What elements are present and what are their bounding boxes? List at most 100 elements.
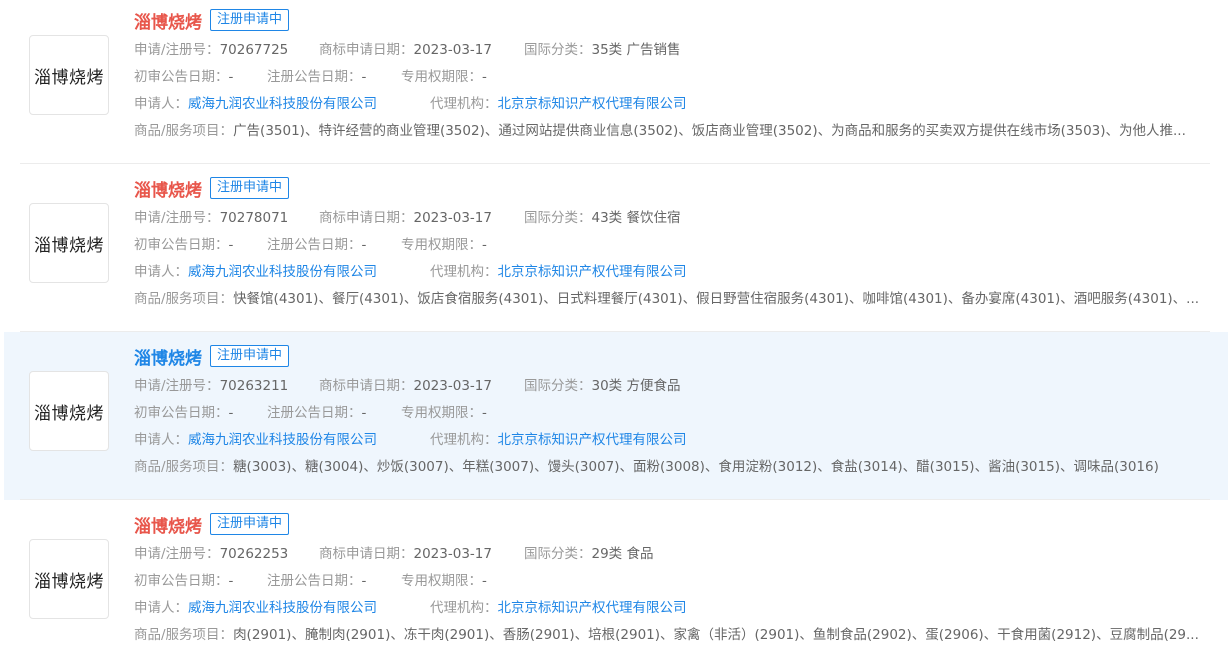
status-badge: 注册申请中	[210, 345, 290, 367]
info-row-3: 申请人：威海九润农业科技股份有限公司 代理机构：北京京标知识产权代理有限公司	[134, 94, 1204, 114]
intl-class-value: 30类 方便食品	[591, 378, 681, 394]
goods-label: 商品/服务项目：	[134, 123, 234, 139]
reg-pub-date-value: -	[361, 405, 367, 421]
exclusive-period-label: 专用权期限：	[401, 573, 482, 589]
info-row-1: 申请/注册号：70278071 商标申请日期：2023-03-17 国际分类：4…	[134, 208, 1204, 228]
info-row-3: 申请人：威海九润农业科技股份有限公司 代理机构：北京京标知识产权代理有限公司	[134, 262, 1204, 282]
prelim-pub-date-label: 初审公告日期：	[134, 405, 229, 421]
goods-label: 商品/服务项目：	[134, 291, 234, 307]
intl-class-value: 35类 广告销售	[591, 42, 681, 58]
goods-list: 广告(3501)、特许经营的商业管理(3502)、通过网站提供商业信息(3502…	[233, 123, 1186, 139]
info-row-2: 初审公告日期：- 注册公告日期：- 专用权期限：-	[134, 67, 1204, 87]
exclusive-period-label: 专用权期限：	[401, 237, 482, 253]
info-row-2: 初审公告日期：- 注册公告日期：- 专用权期限：-	[134, 403, 1204, 423]
reg-no-value: 70267725	[219, 42, 289, 58]
prelim-pub-date-label: 初审公告日期：	[134, 237, 229, 253]
goods-label: 商品/服务项目：	[134, 459, 234, 475]
prelim-pub-date-value: -	[228, 405, 234, 421]
title-row: 淄博烧烤 注册申请中	[134, 344, 290, 369]
title-row: 淄博烧烤 注册申请中	[134, 176, 290, 201]
reg-no-label: 申请/注册号：	[134, 378, 220, 394]
agency-label: 代理机构：	[430, 96, 498, 112]
apply-date-label: 商标申请日期：	[319, 546, 414, 562]
trademark-logo[interactable]: 淄博烧烤	[29, 35, 109, 115]
applicant-link[interactable]: 威海九润农业科技股份有限公司	[188, 600, 377, 616]
prelim-pub-date-value: -	[228, 69, 234, 85]
prelim-pub-date-label: 初审公告日期：	[134, 69, 229, 85]
info-row-3: 申请人：威海九润农业科技股份有限公司 代理机构：北京京标知识产权代理有限公司	[134, 430, 1204, 450]
trademark-logo[interactable]: 淄博烧烤	[29, 371, 109, 451]
apply-date-value: 2023-03-17	[413, 210, 492, 226]
reg-pub-date-value: -	[361, 237, 367, 253]
goods-row: 商品/服务项目：糖(3003)、糖(3004)、炒饭(3007)、年糕(3007…	[134, 457, 1204, 477]
goods-list: 肉(2901)、腌制肉(2901)、冻干肉(2901)、香肠(2901)、培根(…	[233, 627, 1199, 643]
agency-label: 代理机构：	[430, 432, 498, 448]
prelim-pub-date-label: 初审公告日期：	[134, 573, 229, 589]
info-row-3: 申请人：威海九润农业科技股份有限公司 代理机构：北京京标知识产权代理有限公司	[134, 598, 1204, 618]
prelim-pub-date-value: -	[228, 237, 234, 253]
reg-pub-date-label: 注册公告日期：	[267, 573, 362, 589]
trademark-logo[interactable]: 淄博烧烤	[29, 539, 109, 619]
goods-row: 商品/服务项目：快餐馆(4301)、餐厅(4301)、饭店食宿服务(4301)、…	[134, 289, 1204, 309]
reg-no-value: 70263211	[219, 378, 289, 394]
reg-pub-date-value: -	[361, 573, 367, 589]
info-row-1: 申请/注册号：70263211 商标申请日期：2023-03-17 国际分类：3…	[134, 376, 1204, 396]
trademark-name-link[interactable]: 淄博烧烤	[134, 344, 202, 369]
trademark-card[interactable]: 淄博烧烤 淄博烧烤 注册申请中 申请/注册号：70262253 商标申请日期：2…	[4, 500, 1228, 652]
trademark-logo[interactable]: 淄博烧烤	[29, 203, 109, 283]
trademark-card[interactable]: 淄博烧烤 淄博烧烤 注册申请中 申请/注册号：70263211 商标申请日期：2…	[4, 332, 1228, 500]
agency-link[interactable]: 北京京标知识产权代理有限公司	[498, 600, 687, 616]
trademark-name-link[interactable]: 淄博烧烤	[134, 176, 202, 201]
intl-class-value: 29类 食品	[591, 546, 654, 562]
info-row-2: 初审公告日期：- 注册公告日期：- 专用权期限：-	[134, 571, 1204, 591]
apply-date-value: 2023-03-17	[413, 378, 492, 394]
applicant-label: 申请人：	[134, 600, 188, 616]
status-badge: 注册申请中	[210, 513, 290, 535]
reg-no-label: 申请/注册号：	[134, 42, 220, 58]
applicant-label: 申请人：	[134, 96, 188, 112]
applicant-link[interactable]: 威海九润农业科技股份有限公司	[188, 96, 377, 112]
intl-class-label: 国际分类：	[524, 210, 592, 226]
agency-label: 代理机构：	[430, 600, 498, 616]
trademark-name-link[interactable]: 淄博烧烤	[134, 8, 202, 33]
status-badge: 注册申请中	[210, 9, 290, 31]
info-row-1: 申请/注册号：70267725 商标申请日期：2023-03-17 国际分类：3…	[134, 40, 1204, 60]
prelim-pub-date-value: -	[228, 573, 234, 589]
exclusive-period-label: 专用权期限：	[401, 69, 482, 85]
intl-class-label: 国际分类：	[524, 42, 592, 58]
exclusive-period-value: -	[482, 237, 487, 253]
applicant-link[interactable]: 威海九润农业科技股份有限公司	[188, 432, 377, 448]
exclusive-period-value: -	[482, 573, 487, 589]
exclusive-period-label: 专用权期限：	[401, 405, 482, 421]
agency-link[interactable]: 北京京标知识产权代理有限公司	[498, 432, 687, 448]
goods-label: 商品/服务项目：	[134, 627, 234, 643]
title-row: 淄博烧烤 注册申请中	[134, 512, 290, 537]
exclusive-period-value: -	[482, 69, 487, 85]
apply-date-label: 商标申请日期：	[319, 378, 414, 394]
title-row: 淄博烧烤 注册申请中	[134, 8, 290, 33]
reg-pub-date-label: 注册公告日期：	[267, 69, 362, 85]
applicant-label: 申请人：	[134, 264, 188, 280]
agency-link[interactable]: 北京京标知识产权代理有限公司	[498, 96, 687, 112]
applicant-link[interactable]: 威海九润农业科技股份有限公司	[188, 264, 377, 280]
reg-pub-date-label: 注册公告日期：	[267, 237, 362, 253]
goods-row: 商品/服务项目：肉(2901)、腌制肉(2901)、冻干肉(2901)、香肠(2…	[134, 625, 1204, 645]
apply-date-label: 商标申请日期：	[319, 42, 414, 58]
info-row-1: 申请/注册号：70262253 商标申请日期：2023-03-17 国际分类：2…	[134, 544, 1204, 564]
exclusive-period-value: -	[482, 405, 487, 421]
apply-date-value: 2023-03-17	[413, 546, 492, 562]
trademark-result-list: 淄博烧烤 淄博烧烤 注册申请中 申请/注册号：70267725 商标申请日期：2…	[0, 0, 1232, 652]
goods-row: 商品/服务项目：广告(3501)、特许经营的商业管理(3502)、通过网站提供商…	[134, 121, 1204, 141]
agency-link[interactable]: 北京京标知识产权代理有限公司	[498, 264, 687, 280]
trademark-card[interactable]: 淄博烧烤 淄博烧烤 注册申请中 申请/注册号：70278071 商标申请日期：2…	[4, 164, 1228, 332]
reg-no-label: 申请/注册号：	[134, 210, 220, 226]
intl-class-label: 国际分类：	[524, 378, 592, 394]
goods-list: 糖(3003)、糖(3004)、炒饭(3007)、年糕(3007)、馒头(300…	[233, 459, 1159, 475]
trademark-name-link[interactable]: 淄博烧烤	[134, 512, 202, 537]
reg-pub-date-value: -	[361, 69, 367, 85]
reg-no-value: 70262253	[219, 546, 289, 562]
info-row-2: 初审公告日期：- 注册公告日期：- 专用权期限：-	[134, 235, 1204, 255]
goods-list: 快餐馆(4301)、餐厅(4301)、饭店食宿服务(4301)、日式料理餐厅(4…	[233, 291, 1200, 307]
apply-date-value: 2023-03-17	[413, 42, 492, 58]
trademark-card[interactable]: 淄博烧烤 淄博烧烤 注册申请中 申请/注册号：70267725 商标申请日期：2…	[4, 0, 1228, 164]
